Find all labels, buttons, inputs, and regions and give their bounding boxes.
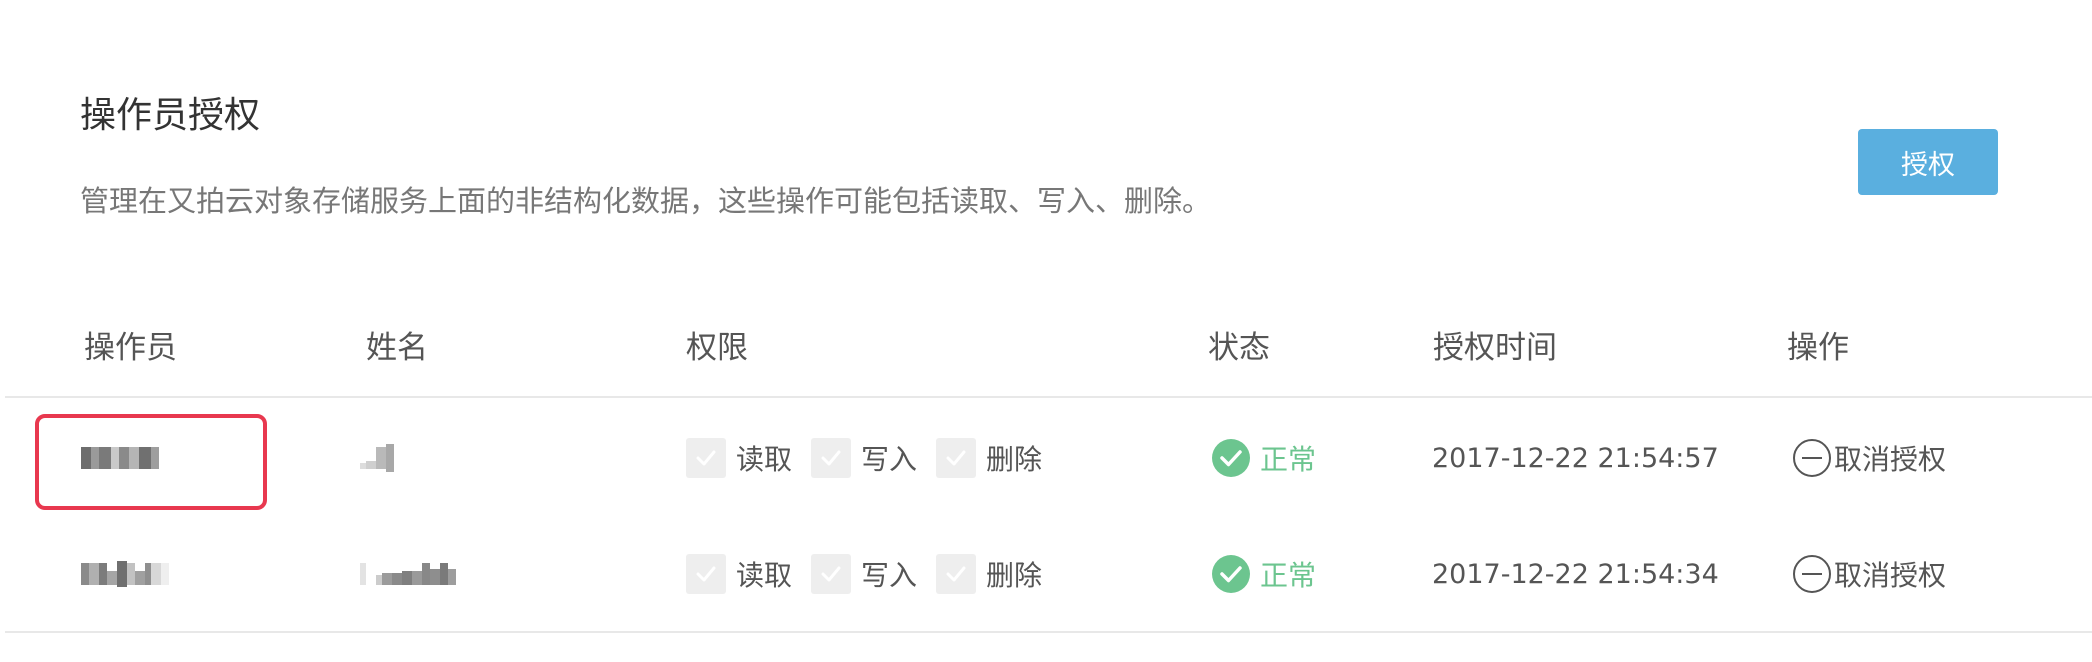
check-icon xyxy=(936,554,977,594)
name-cell xyxy=(360,516,456,632)
page-description: 管理在又拍云对象存储服务上面的非结构化数据，这些操作可能包括读取、写入、删除。 xyxy=(80,184,1212,218)
authorize-button[interactable]: 授权 xyxy=(1858,129,1998,195)
table-row: 读取 写入 删除 正常 xyxy=(5,516,2092,632)
revoke-authorization-button[interactable]: 取消授权 xyxy=(1792,438,1946,478)
revoke-authorization-label: 取消授权 xyxy=(1834,443,1947,476)
column-header-auth-time: 授权时间 xyxy=(1433,330,1557,366)
status-text: 正常 xyxy=(1260,559,1317,592)
header-divider xyxy=(5,396,2092,398)
permissions-cell: 读取 写入 删除 xyxy=(686,400,1061,516)
check-circle-icon xyxy=(1212,555,1250,593)
column-header-operator: 操作员 xyxy=(84,330,177,366)
permission-delete: 删除 xyxy=(936,438,1042,478)
status-text: 正常 xyxy=(1260,443,1317,476)
page-title: 操作员授权 xyxy=(80,95,261,136)
table-bottom-divider xyxy=(5,631,2092,633)
check-icon xyxy=(811,554,852,594)
redacted-operator xyxy=(81,559,169,589)
status-cell: 正常 xyxy=(1212,516,1316,632)
redacted-operator xyxy=(81,443,159,473)
redacted-name xyxy=(360,559,456,589)
status-cell: 正常 xyxy=(1212,400,1316,516)
column-header-actions: 操作 xyxy=(1787,330,1849,366)
minus-circle-icon xyxy=(1793,439,1831,477)
column-header-permissions: 权限 xyxy=(686,330,748,366)
auth-time-cell: 2017-12-22 21:54:34 xyxy=(1432,516,1719,632)
permission-write: 写入 xyxy=(811,438,917,478)
minus-circle-icon xyxy=(1793,555,1831,593)
permission-read: 读取 xyxy=(686,554,792,594)
permission-delete: 删除 xyxy=(936,554,1042,594)
check-icon xyxy=(686,438,726,478)
operator-cell xyxy=(81,400,159,516)
check-icon xyxy=(936,438,977,478)
action-cell: 取消授权 xyxy=(1792,400,1946,516)
auth-time: 2017-12-22 21:54:34 xyxy=(1432,558,1719,590)
revoke-authorization-label: 取消授权 xyxy=(1834,559,1947,592)
auth-time-cell: 2017-12-22 21:54:57 xyxy=(1432,400,1719,516)
check-icon xyxy=(686,554,726,594)
name-cell xyxy=(360,400,394,516)
permission-write: 写入 xyxy=(811,554,917,594)
action-cell: 取消授权 xyxy=(1792,516,1946,632)
permissions-cell: 读取 写入 删除 xyxy=(686,516,1061,632)
check-icon xyxy=(811,438,852,478)
status-badge: 正常 xyxy=(1212,554,1316,594)
revoke-authorization-button[interactable]: 取消授权 xyxy=(1792,554,1946,594)
status-badge: 正常 xyxy=(1212,438,1316,478)
table-row: 读取 写入 删除 正常 xyxy=(5,400,2092,516)
operator-cell xyxy=(81,516,169,632)
column-header-name: 姓名 xyxy=(366,330,428,366)
redacted-name xyxy=(360,443,394,473)
column-header-status: 状态 xyxy=(1208,330,1270,366)
check-circle-icon xyxy=(1212,439,1250,477)
auth-time: 2017-12-22 21:54:57 xyxy=(1432,442,1719,474)
permission-read: 读取 xyxy=(686,438,792,478)
